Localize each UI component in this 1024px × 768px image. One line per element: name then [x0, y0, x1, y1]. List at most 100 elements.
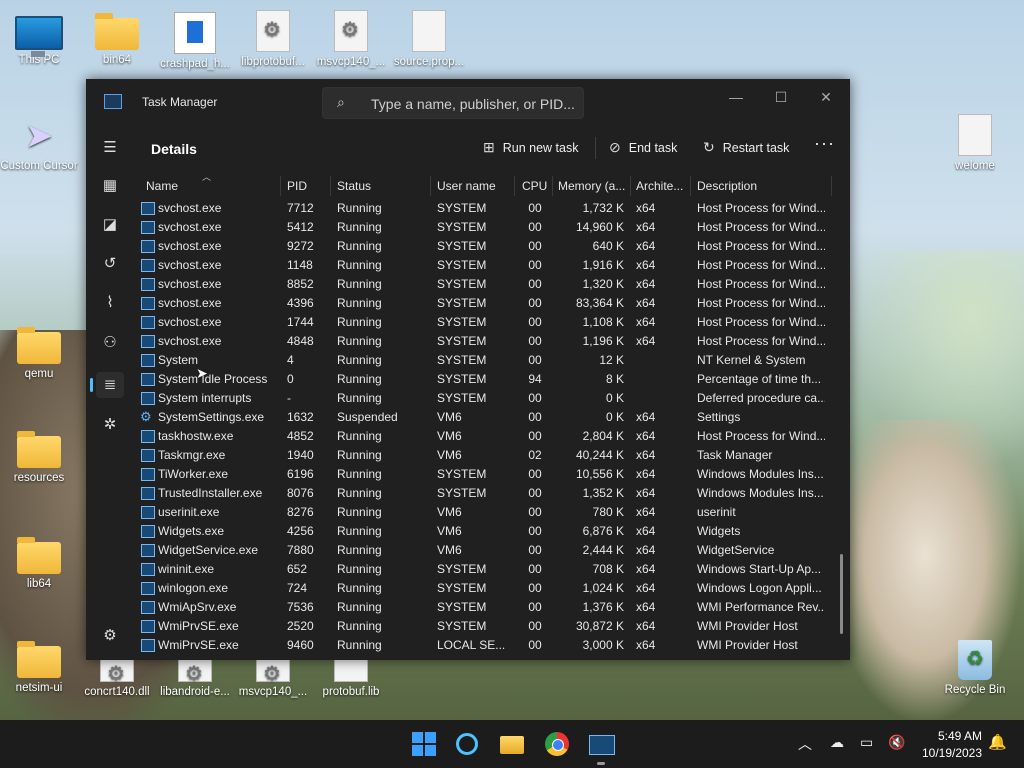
network-icon[interactable]: ▭: [860, 734, 873, 751]
desktop-icon-concrt140[interactable]: concrt140.dll: [78, 654, 156, 698]
desktop-icon-this-pc[interactable]: This PC: [0, 12, 78, 66]
column-header-cpu[interactable]: CPU: [522, 173, 552, 199]
search-input[interactable]: [369, 92, 579, 116]
process-pid: 1940: [287, 448, 314, 462]
desktop-icon-bin64[interactable]: bin64: [78, 12, 156, 66]
start-button-windows-icon[interactable]: [412, 732, 436, 756]
table-body: svchost.exe 7712 Running SYSTEM 00 1,732 Kx64…: [134, 199, 836, 655]
services-icon[interactable]: ✲: [96, 412, 124, 438]
process-icon: [141, 316, 155, 329]
settings-gear-icon[interactable]: ⚙: [96, 623, 124, 649]
table-row[interactable]: TrustedInstaller.exe 8076 Running SYSTEM 00 1…: [134, 484, 836, 503]
performance-icon[interactable]: ◪: [96, 212, 124, 238]
restart-task-button[interactable]: ↻ Restart task: [703, 139, 789, 156]
column-header-status[interactable]: Status: [337, 173, 429, 199]
column-separator[interactable]: [514, 176, 515, 196]
table-row[interactable]: Widgets.exe 4256 Running VM6 00 6,876 Kx64 Wid…: [134, 522, 836, 541]
scrollbar-thumb[interactable]: [840, 554, 843, 634]
desktop-icon-msvcp140[interactable]: msvcp140_...: [312, 10, 390, 68]
table-row[interactable]: svchost.exe 1148 Running SYSTEM 00 1,916 Kx64…: [134, 256, 836, 275]
desktop-icon-resources[interactable]: resources: [0, 430, 78, 484]
desktop-icon-msvcp140-2[interactable]: msvcp140_...: [234, 654, 312, 698]
column-header-architecture[interactable]: Archite...: [636, 173, 688, 199]
column-header-pid[interactable]: PID: [287, 173, 331, 199]
task-manager-taskbar-icon[interactable]: [589, 735, 615, 755]
table-row[interactable]: System interrupts - Running SYSTEM 00 0 K Defe…: [134, 389, 836, 408]
clock-date[interactable]: 10/19/2023: [912, 746, 992, 760]
column-separator[interactable]: [831, 176, 832, 196]
desktop-icon-libandroid[interactable]: libandroid-e...: [156, 654, 234, 698]
desktop-icon-crashpad[interactable]: crashpad_h...: [156, 12, 234, 70]
desktop-icon-source-prop[interactable]: source.prop...: [390, 10, 468, 68]
table-row[interactable]: SystemSettings.exe1632SuspendedVM6000 Kx…: [134, 408, 836, 427]
table-row[interactable]: WmiPrvSE.exe 9460 Running LOCAL SE... 00 3,00…: [134, 636, 836, 655]
search-box[interactable]: ⌕: [322, 87, 584, 119]
users-icon[interactable]: ⚇: [96, 330, 124, 356]
recycle-bin-icon: [958, 640, 992, 680]
onedrive-cloud-icon[interactable]: ☁: [830, 734, 844, 751]
process-status: Running: [337, 619, 382, 633]
table-row[interactable]: wininit.exe 652 Running SYSTEM 00 708 Kx64 Win…: [134, 560, 836, 579]
table-row[interactable]: userinit.exe 8276 Running VM6 00 780 Kx64 user…: [134, 503, 836, 522]
table-row[interactable]: WmiApSrv.exe 7536 Running SYSTEM 00 1,376 Kx6…: [134, 598, 836, 617]
table-row[interactable]: taskhostw.exe 4852 Running VM6 00 2,804 Kx64 H…: [134, 427, 836, 446]
column-separator[interactable]: [280, 176, 281, 196]
desktop-icon-qemu[interactable]: qemu: [0, 326, 78, 380]
table-row[interactable]: WmiPrvSE.exe 2520 Running SYSTEM 00 30,872 Kx…: [134, 617, 836, 636]
table-row[interactable]: svchost.exe 5412 Running SYSTEM 00 14,960 Kx6…: [134, 218, 836, 237]
table-row[interactable]: svchost.exe 4848 Running SYSTEM 00 1,196 Kx64…: [134, 332, 836, 351]
process-memory: 12 K: [599, 353, 624, 367]
more-options-icon[interactable]: ···: [814, 133, 835, 154]
desktop-icon-libprotobuf[interactable]: libprotobuf...: [234, 10, 312, 68]
table-row[interactable]: svchost.exe 9272 Running SYSTEM 00 640 Kx64 Ho…: [134, 237, 836, 256]
table-row[interactable]: winlogon.exe 724 Running SYSTEM 00 1,024 Kx64…: [134, 579, 836, 598]
table-row[interactable]: WidgetService.exe 7880 Running VM6 00 2,444 K…: [134, 541, 836, 560]
startup-apps-icon[interactable]: ⌇: [96, 290, 124, 316]
desktop-icon-netsim-ui[interactable]: netsim-ui: [0, 640, 78, 694]
column-separator[interactable]: [552, 176, 553, 196]
column-separator[interactable]: [430, 176, 431, 196]
column-separator[interactable]: [630, 176, 631, 196]
desktop-icon-protobuf-lib[interactable]: protobuf.lib: [312, 654, 390, 698]
desktop-icon-lib64[interactable]: lib64: [0, 536, 78, 590]
process-pid: 2520: [287, 619, 314, 633]
desktop-icon-label: msvcp140_...: [316, 56, 386, 68]
processes-icon[interactable]: ▦: [96, 173, 124, 199]
details-icon[interactable]: ≣: [90, 372, 124, 398]
notification-bell-icon[interactable]: 🔔: [988, 733, 1007, 751]
volume-muted-icon[interactable]: 🔇: [888, 734, 905, 751]
app-history-icon[interactable]: ↺: [96, 251, 124, 277]
column-header-user-name[interactable]: User name: [437, 173, 509, 199]
table-row[interactable]: Taskmgr.exe 1940 Running VM6 02 40,244 Kx64 Ta…: [134, 446, 836, 465]
folder-icon: [17, 537, 61, 574]
column-separator[interactable]: [690, 176, 691, 196]
table-row[interactable]: svchost.exe 7712 Running SYSTEM 00 1,732 Kx64…: [134, 199, 836, 218]
column-header-name[interactable]: Name: [146, 173, 276, 199]
desktop-icon-custom-cursor[interactable]: ➤ Custom Cursor: [0, 116, 78, 172]
run-new-task-button[interactable]: ⊞ Run new task: [483, 139, 578, 156]
clock-time[interactable]: 5:49 AM: [928, 729, 992, 743]
vertical-scrollbar[interactable]: [840, 199, 844, 654]
desktop-icon-welome[interactable]: welome: [936, 114, 1014, 172]
maximize-button[interactable]: ☐: [759, 83, 803, 111]
title-bar[interactable]: Task Manager ⌕ — ☐ ✕: [86, 79, 850, 123]
desktop-icon-recycle-bin[interactable]: Recycle Bin: [936, 640, 1014, 696]
column-header-description[interactable]: Description: [697, 173, 827, 199]
table-row[interactable]: System Idle Process 0 Running SYSTEM 94 8 K Pe…: [134, 370, 836, 389]
table-row[interactable]: System 4 Running SYSTEM 00 12 K NT Kernel & Sy…: [134, 351, 836, 370]
table-row[interactable]: svchost.exe 8852 Running SYSTEM 00 1,320 Kx64…: [134, 275, 836, 294]
process-user: SYSTEM: [437, 201, 487, 215]
column-header-memory[interactable]: Memory (a...: [558, 173, 628, 199]
minimize-button[interactable]: —: [714, 83, 758, 111]
chrome-browser-icon[interactable]: [545, 732, 569, 756]
search-taskbar-icon[interactable]: [456, 733, 478, 755]
table-row[interactable]: TiWorker.exe 6196 Running SYSTEM 00 10,556 Kx…: [134, 465, 836, 484]
show-hidden-icons-chevron-icon[interactable]: ︿: [798, 734, 812, 754]
file-explorer-icon[interactable]: [500, 736, 524, 754]
table-row[interactable]: svchost.exe 4396 Running SYSTEM 00 83,364 Kx6…: [134, 294, 836, 313]
table-row[interactable]: svchost.exe 1744 Running SYSTEM 00 1,108 Kx64…: [134, 313, 836, 332]
column-separator[interactable]: [330, 176, 331, 196]
end-task-button[interactable]: ⊘ End task: [609, 139, 677, 156]
hamburger-menu-icon[interactable]: ☰: [96, 135, 124, 161]
close-button[interactable]: ✕: [804, 83, 848, 111]
